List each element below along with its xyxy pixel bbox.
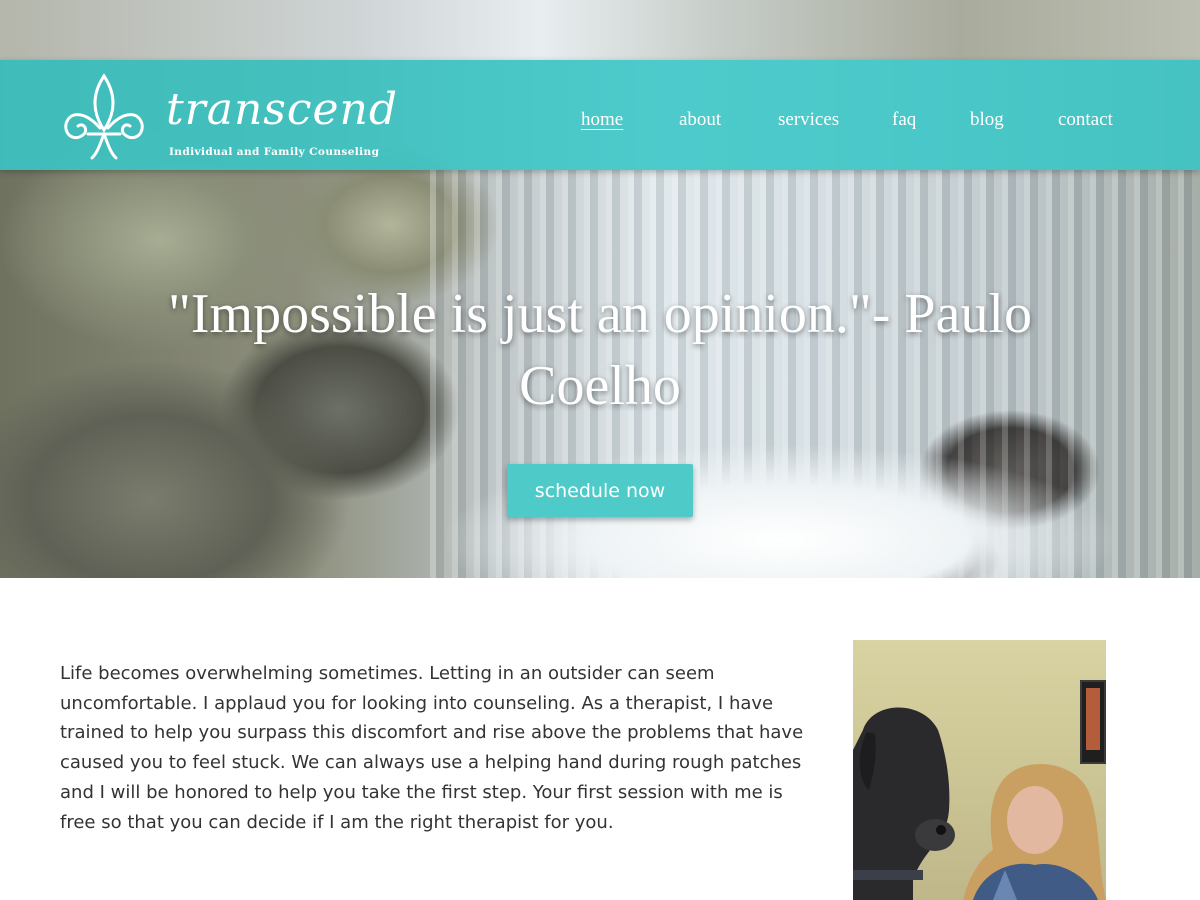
schedule-now-button[interactable]: schedule now	[507, 464, 693, 517]
hero-quote: "Impossible is just an opinion."- Paulo …	[168, 283, 1032, 417]
nav-services[interactable]: services	[778, 109, 839, 131]
hero-top-strip	[0, 0, 1200, 60]
dog-figure	[853, 707, 955, 900]
nav-faq[interactable]: faq	[892, 109, 916, 131]
site-header: transcend Individual and Family Counseli…	[0, 60, 1200, 170]
nav-home[interactable]: home	[581, 109, 623, 131]
therapist-photo	[853, 640, 1106, 900]
intro-paragraph: Life becomes overwhelming sometimes. Let…	[60, 663, 804, 833]
nav-contact[interactable]: contact	[1058, 109, 1113, 131]
brand-tagline: Individual and Family Counseling	[169, 146, 380, 158]
wall-picture-frame	[1080, 680, 1106, 764]
main-nav: home about services faq blog contact	[0, 109, 1200, 139]
waterfall-foam	[380, 420, 1200, 578]
nav-about[interactable]: about	[679, 109, 721, 131]
nav-blog[interactable]: blog	[970, 109, 1004, 131]
person-figure	[963, 763, 1106, 900]
